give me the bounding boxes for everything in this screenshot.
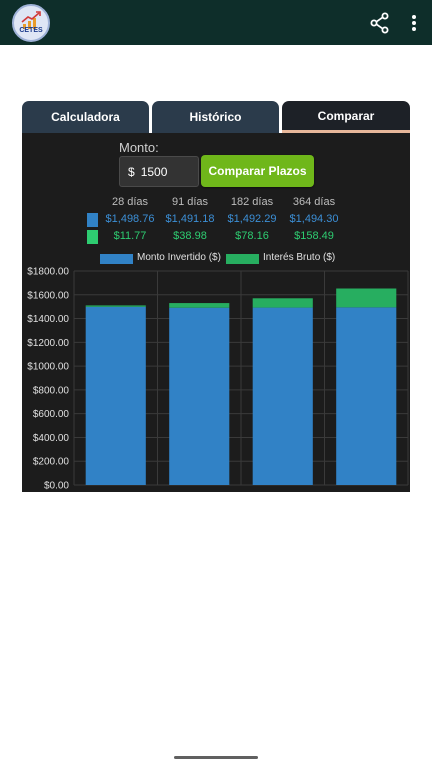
bar-interest xyxy=(252,298,313,308)
y-tick-label: $400.00 xyxy=(33,433,70,444)
y-tick-label: $1200.00 xyxy=(27,338,69,349)
more-vert-icon xyxy=(412,15,416,31)
currency-symbol: $ xyxy=(128,164,135,179)
legend-label-invested: Monto Invertido ($) xyxy=(137,252,221,263)
y-tick-label: $1600.00 xyxy=(27,290,69,301)
chart-growth-icon xyxy=(21,11,41,29)
bar-invested xyxy=(336,307,397,485)
y-tick-label: $1400.00 xyxy=(27,314,69,325)
tab-calculadora[interactable]: Calculadora xyxy=(22,101,149,133)
legend-label-interest: Interés Bruto ($) xyxy=(263,252,336,263)
bar-invested xyxy=(85,306,146,485)
share-icon xyxy=(370,12,389,34)
compare-terms-button[interactable]: Comparar Plazos xyxy=(201,155,314,187)
y-tick-label: $1000.00 xyxy=(27,362,69,373)
legend-swatch-interest xyxy=(226,254,259,264)
bar-interest xyxy=(336,288,397,308)
y-tick-label: $600.00 xyxy=(33,409,70,420)
gesture-nav-handle xyxy=(174,756,258,759)
bar-interest xyxy=(85,305,146,307)
monto-label: Monto: xyxy=(119,140,159,155)
period-label: 91 días xyxy=(171,196,209,208)
tab-historico[interactable]: Histórico xyxy=(152,101,279,133)
share-button[interactable] xyxy=(368,11,392,35)
period-label: 364 días xyxy=(292,196,336,208)
invested-value: $1,494.30 xyxy=(289,213,339,225)
y-tick-label: $200.00 xyxy=(33,457,70,468)
bar-invested xyxy=(252,307,313,485)
monto-value: 1500 xyxy=(140,164,168,179)
period-label: 182 días xyxy=(230,196,274,208)
compare-panel: Monto: $ 1500 Comparar Plazos 28 días 91… xyxy=(22,133,410,492)
legend-swatch-invested xyxy=(100,254,133,264)
interest-value: $158.49 xyxy=(294,230,334,242)
invested-value: $1,492.29 xyxy=(227,213,277,225)
app-bar: CETES xyxy=(0,0,432,45)
y-tick-label: $800.00 xyxy=(33,385,70,396)
app-logo[interactable]: CETES xyxy=(12,4,50,42)
logo-text: CETES xyxy=(19,27,43,34)
bar-interest xyxy=(169,303,230,308)
monto-input[interactable]: $ 1500 xyxy=(119,156,199,187)
tab-bar: Calculadora Histórico Comparar xyxy=(22,101,410,133)
y-tick-label: $1800.00 xyxy=(27,267,69,278)
bar-invested xyxy=(169,307,230,485)
invested-value: $1,491.18 xyxy=(165,213,215,225)
more-options-button[interactable] xyxy=(404,11,424,35)
tab-comparar[interactable]: Comparar xyxy=(282,101,410,133)
interest-value: $38.98 xyxy=(173,230,207,242)
y-tick-label: $0.00 xyxy=(44,481,69,492)
stacked-bar-chart: $0.00 $200.00 $400.00 $600.00 $800.00 $1000.0… xyxy=(27,267,409,492)
interest-value: $78.16 xyxy=(235,230,269,242)
